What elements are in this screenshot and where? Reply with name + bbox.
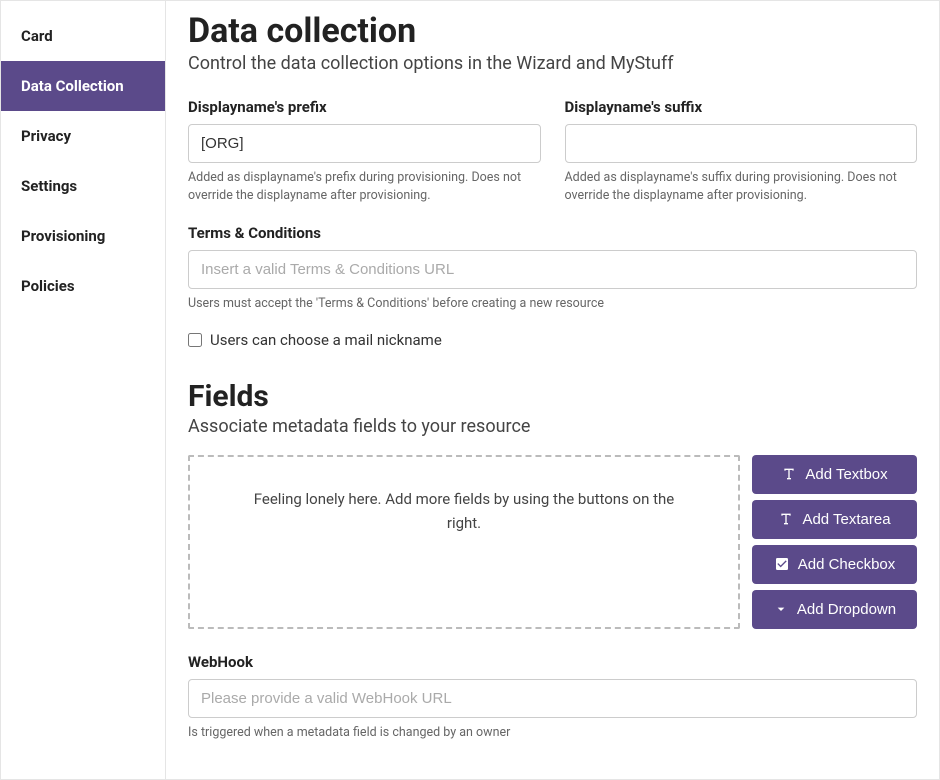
nickname-checkbox[interactable] (188, 333, 202, 347)
add-checkbox-button[interactable]: Add Checkbox (752, 545, 917, 584)
add-checkbox-label: Add Checkbox (798, 556, 896, 573)
terms-help: Users must accept the 'Terms & Condition… (188, 295, 917, 313)
fields-buttons: Add Textbox Add Textarea Add Checkbox Ad… (752, 455, 917, 629)
suffix-label: Displayname's suffix (565, 98, 918, 116)
sidebar-item-settings[interactable]: Settings (1, 161, 165, 211)
sidebar-item-provisioning[interactable]: Provisioning (1, 211, 165, 261)
fields-title: Fields (188, 379, 917, 414)
add-dropdown-label: Add Dropdown (797, 601, 896, 618)
fields-subtitle: Associate metadata fields to your resour… (188, 416, 917, 437)
textbox-icon (781, 466, 797, 482)
suffix-input[interactable] (565, 124, 918, 163)
webhook-help: Is triggered when a metadata field is ch… (188, 724, 917, 742)
sidebar-item-card[interactable]: Card (1, 11, 165, 61)
sidebar-item-data-collection[interactable]: Data Collection (1, 61, 165, 111)
add-textbox-label: Add Textbox (805, 466, 887, 483)
webhook-input[interactable] (188, 679, 917, 718)
dropdown-icon (773, 601, 789, 617)
sidebar: Card Data Collection Privacy Settings Pr… (1, 1, 166, 779)
add-dropdown-button[interactable]: Add Dropdown (752, 590, 917, 629)
nickname-label[interactable]: Users can choose a mail nickname (210, 331, 442, 349)
checkbox-icon (774, 556, 790, 572)
sidebar-item-privacy[interactable]: Privacy (1, 111, 165, 161)
terms-label: Terms & Conditions (188, 224, 917, 242)
add-textbox-button[interactable]: Add Textbox (752, 455, 917, 494)
webhook-label: WebHook (188, 653, 917, 671)
fields-dropzone[interactable]: Feeling lonely here. Add more fields by … (188, 455, 740, 629)
terms-input[interactable] (188, 250, 917, 289)
prefix-help: Added as displayname's prefix during pro… (188, 169, 541, 204)
sidebar-item-policies[interactable]: Policies (1, 261, 165, 311)
fields-empty-text: Feeling lonely here. Add more fields by … (250, 487, 678, 535)
suffix-help: Added as displayname's suffix during pro… (565, 169, 918, 204)
add-textarea-button[interactable]: Add Textarea (752, 500, 917, 539)
textarea-icon (778, 511, 794, 527)
page-title: Data collection (188, 11, 917, 51)
prefix-input[interactable] (188, 124, 541, 163)
main-content: Data collection Control the data collect… (166, 1, 939, 779)
page-subtitle: Control the data collection options in t… (188, 53, 917, 74)
prefix-label: Displayname's prefix (188, 98, 541, 116)
add-textarea-label: Add Textarea (802, 511, 890, 528)
